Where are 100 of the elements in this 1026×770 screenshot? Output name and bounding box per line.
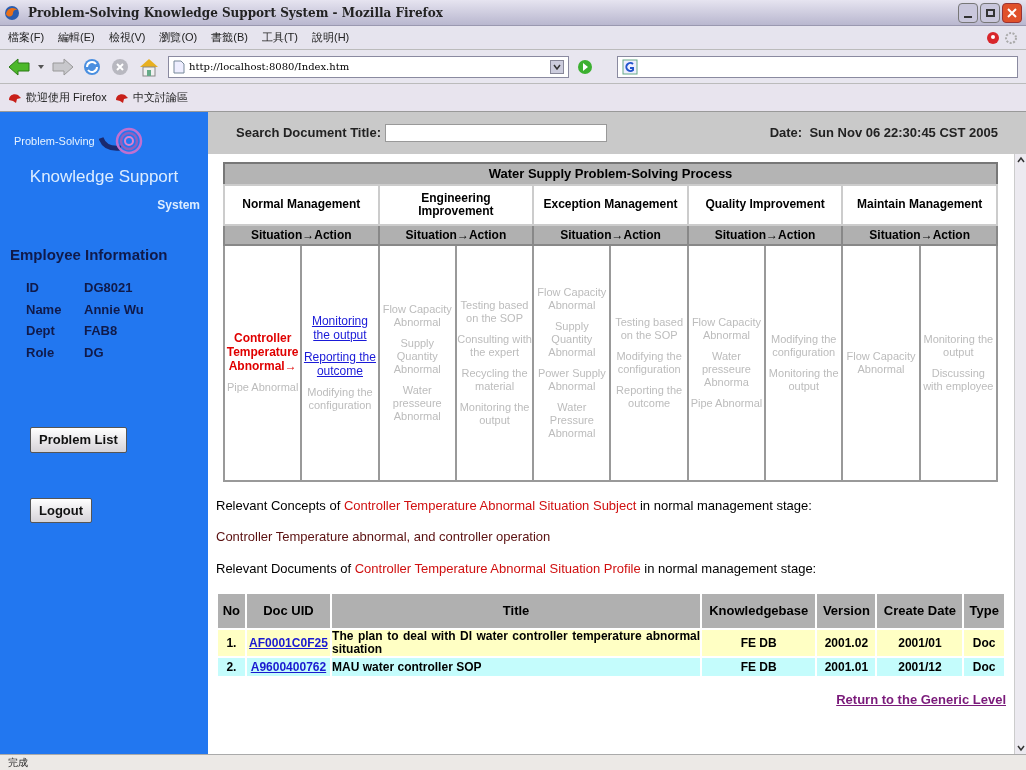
inactive-item: Pipe Abnormal xyxy=(226,381,299,394)
address-field[interactable]: http://localhost:8080/Index.htm xyxy=(168,55,569,78)
restore-button[interactable] xyxy=(980,2,1000,23)
bookmark-icon xyxy=(114,91,129,104)
concepts-result: Controller Temperature abnormal, and controller operation xyxy=(216,528,552,546)
minimize-button[interactable] xyxy=(958,2,978,23)
alert-icon[interactable] xyxy=(986,30,1000,45)
bookmark-link[interactable]: 中文討論區 xyxy=(114,89,188,106)
status-text: 完成 xyxy=(8,756,28,770)
table-cell-text: 2001.01 xyxy=(823,659,870,676)
action-link[interactable]: Reporting the outcome xyxy=(302,349,378,378)
field-value: FAB8 xyxy=(84,322,119,340)
forward-arrow-icon[interactable] xyxy=(52,57,74,76)
spiral-logo-icon xyxy=(98,126,145,156)
inactive-item: Flow Capacity Abnormal xyxy=(845,349,917,376)
menu-item[interactable]: 檢視(V) xyxy=(108,29,146,46)
sentence: Relevant Concepts of Controller Temperature Abnormal Situation Subject in normal management stage: xyxy=(216,496,813,515)
inactive-item: Monitoring the output xyxy=(767,366,840,393)
inactive-item: Flow Capacity Abnormal xyxy=(690,315,762,342)
brand-text: Problem-Solving xyxy=(14,133,95,149)
field-value: Annie Wu xyxy=(84,300,145,319)
home-icon[interactable] xyxy=(138,56,160,77)
inactive-item: Water Pressure Abnormal xyxy=(547,400,597,440)
inactive-item: Power Supply Abnormal xyxy=(536,366,607,393)
stage-header: Engineering Improvement xyxy=(378,184,534,225)
close-button[interactable] xyxy=(1002,2,1022,23)
inactive-item: Consulting with the expert xyxy=(456,332,533,359)
inactive-item: Water presseure Abnorma xyxy=(700,349,752,389)
inactive-item: Supply Quantity Abnormal xyxy=(547,319,597,359)
menu-item[interactable]: 檔案(F) xyxy=(8,29,45,46)
inactive-item: Recycling the material xyxy=(460,366,529,393)
column-header: Title xyxy=(332,594,701,628)
brand-title: Knowledge Support xyxy=(28,166,180,188)
go-icon[interactable] xyxy=(577,58,593,75)
menu-item[interactable]: 說明(H) xyxy=(312,29,350,46)
inactive-item: Modifying the configuration xyxy=(770,332,838,359)
refresh-icon[interactable] xyxy=(82,56,102,77)
search-field[interactable] xyxy=(617,55,1018,78)
table-cell-text: Doc xyxy=(971,659,997,676)
sidebar-button[interactable]: Logout xyxy=(30,497,93,523)
table-cell-text: FE DB xyxy=(739,659,778,676)
table-cell-text: 2001/01 xyxy=(897,635,943,652)
stop-icon[interactable] xyxy=(110,56,130,77)
inactive-item: Modifying the configuration xyxy=(306,385,374,412)
table-cell-text: 1. xyxy=(225,635,238,652)
scrollbar[interactable] xyxy=(1014,154,1026,754)
table-cell-text: Doc xyxy=(971,635,997,652)
search-title-field[interactable] xyxy=(384,124,607,142)
menu-item[interactable]: 編輯(E) xyxy=(58,29,95,46)
bookmark-link[interactable]: 歡迎使用 Firefox xyxy=(8,89,107,106)
stage-subheader: Situation→Action xyxy=(224,224,379,245)
brand-subtitle: System xyxy=(157,196,200,214)
inactive-item: Flow Capacity Abnormal xyxy=(381,302,453,329)
window-title: Problem-Solving Knowledge Support System - Mozilla Firefox xyxy=(28,4,443,22)
table-cell-text: 2. xyxy=(225,659,238,676)
return-link[interactable]: Return to the Generic Level xyxy=(836,690,1006,710)
sidebar-button[interactable]: Problem List xyxy=(30,427,127,453)
table-cell-text: 2001.02 xyxy=(823,635,870,652)
inactive-item: Flow Capacity Abnormal xyxy=(536,285,608,312)
inactive-item: Reporting the outcome xyxy=(615,383,684,410)
inactive-item: Monitoring the output xyxy=(922,332,995,359)
field-label: ID xyxy=(26,279,40,297)
inactive-item: Discussing with employee xyxy=(922,366,995,393)
back-arrow-icon[interactable] xyxy=(8,57,30,76)
column-header: Create Date xyxy=(877,594,963,628)
inactive-item: Supply Quantity Abnormal xyxy=(392,336,442,376)
stage-header: Exception Management xyxy=(533,184,688,225)
stage-header: Quality Improvement xyxy=(687,184,843,225)
sentence: Relevant Documents of Controller Temperature Abnormal Situation Profile in normal management stage: xyxy=(216,559,818,578)
action-link[interactable]: Monitoring the output xyxy=(302,313,378,342)
field-label: Role xyxy=(26,343,56,362)
stage-header: Normal Management xyxy=(224,184,379,225)
menu-item[interactable]: 書籤(B) xyxy=(211,29,248,46)
field-label: Dept xyxy=(26,322,56,340)
search-label: Search Document Title: xyxy=(236,124,381,143)
menu-item[interactable]: 工具(T) xyxy=(261,29,298,46)
page-icon xyxy=(173,59,185,74)
inactive-item: Pipe Abnormal xyxy=(690,396,763,410)
table-cell: The plan to deal with DI water controller temperature abnormal situation xyxy=(332,630,701,656)
current-situation: Controller Temperature Abnormal→ xyxy=(225,331,300,373)
menu-item[interactable]: 瀏覽(O) xyxy=(159,29,198,46)
bookmark-icon xyxy=(8,91,22,104)
inactive-item: Modifying the configuration xyxy=(615,349,683,376)
doc-uid-link[interactable]: A9600400762 xyxy=(250,660,327,674)
doc-uid-link[interactable]: AF0001C0F25 xyxy=(249,636,328,650)
table-cell-text: FE DB xyxy=(739,635,778,652)
inactive-item: Water presseure Abnormal xyxy=(391,383,443,423)
dropdown-icon[interactable] xyxy=(38,64,44,69)
field-value: DG8021 xyxy=(84,279,134,297)
column-header: Type xyxy=(964,594,1004,628)
process-title: Water Supply Problem-Solving Process xyxy=(224,163,997,185)
close-icon xyxy=(1007,7,1017,18)
column-header: Doc UID xyxy=(246,594,331,628)
chevron-down-icon[interactable] xyxy=(553,63,561,70)
inactive-item: Testing based on the SOP xyxy=(459,298,530,325)
search-engine-icon[interactable] xyxy=(622,58,638,75)
employee-heading: Employee Information xyxy=(10,244,169,265)
stage-header: Maintain Management xyxy=(842,184,997,225)
date-text: Date: Sun Nov 06 22:30:45 CST 2005 xyxy=(769,124,998,143)
inactive-item: Monitoring the output xyxy=(458,400,531,427)
